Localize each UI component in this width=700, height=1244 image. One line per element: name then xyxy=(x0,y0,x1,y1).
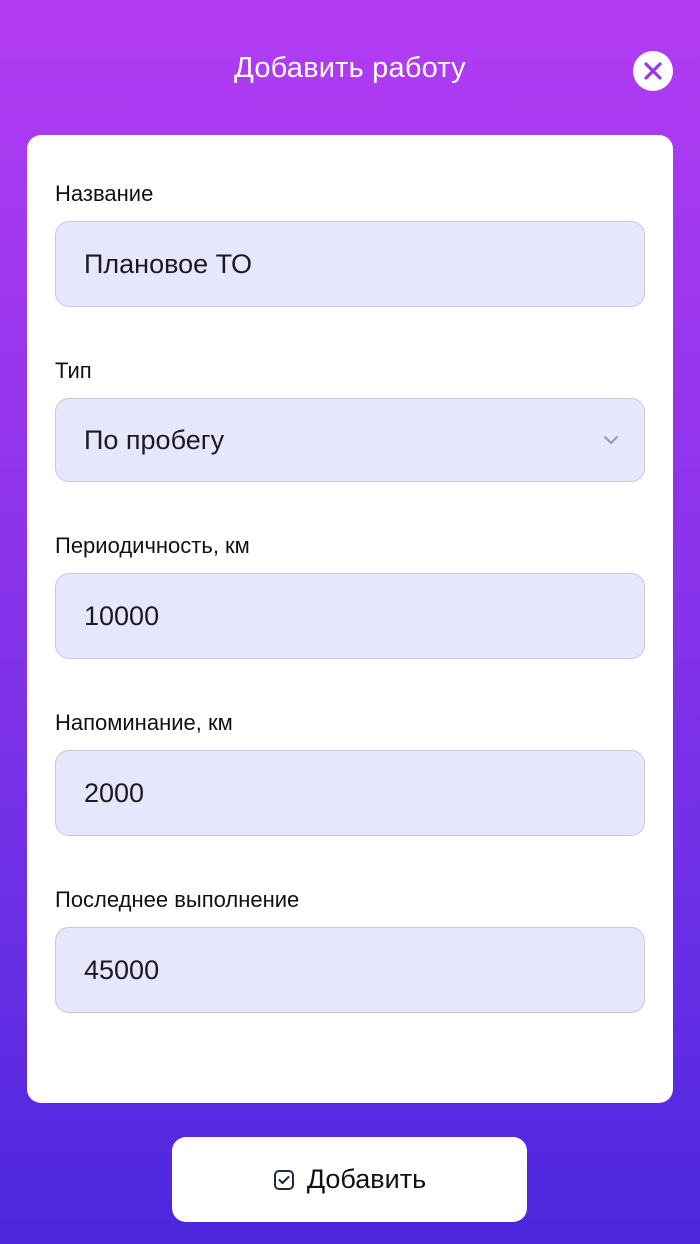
last-done-label: Последнее выполнение xyxy=(55,887,300,912)
type-field-group: Тип По пробегу xyxy=(55,356,645,482)
type-value: По пробегу xyxy=(84,424,225,455)
reminder-value: 2000 xyxy=(84,777,145,808)
header: Добавить работу xyxy=(0,0,700,140)
chevron-down-icon xyxy=(602,434,620,446)
name-field-group: Название Плановое ТО xyxy=(55,179,645,307)
reminder-field-group: Напоминание, км 2000 xyxy=(55,708,645,836)
page-title: Добавить работу xyxy=(234,52,466,84)
name-value: Плановое ТО xyxy=(84,248,252,279)
type-select[interactable]: По пробегу xyxy=(55,398,645,482)
name-label: Название xyxy=(55,181,154,206)
reminder-label: Напоминание, км xyxy=(55,710,233,735)
interval-input[interactable]: 10000 xyxy=(55,573,645,659)
add-button-label: Добавить xyxy=(306,1164,427,1194)
close-button[interactable] xyxy=(633,51,673,91)
checkbox-check-icon xyxy=(273,1169,295,1191)
last-done-input[interactable]: 45000 xyxy=(55,927,645,1013)
interval-label: Периодичность, км xyxy=(55,533,250,558)
interval-value: 10000 xyxy=(84,600,160,631)
last-done-field-group: Последнее выполнение 45000 xyxy=(55,885,645,1013)
last-done-value: 45000 xyxy=(84,954,160,985)
type-label: Тип xyxy=(55,358,92,383)
close-icon xyxy=(643,61,663,81)
reminder-input[interactable]: 2000 xyxy=(55,750,645,836)
form-card: Название Плановое ТО Тип По пробегу Пери… xyxy=(27,135,673,1103)
add-button[interactable]: Добавить xyxy=(172,1137,527,1222)
name-input[interactable]: Плановое ТО xyxy=(55,221,645,307)
interval-field-group: Периодичность, км 10000 xyxy=(55,531,645,659)
